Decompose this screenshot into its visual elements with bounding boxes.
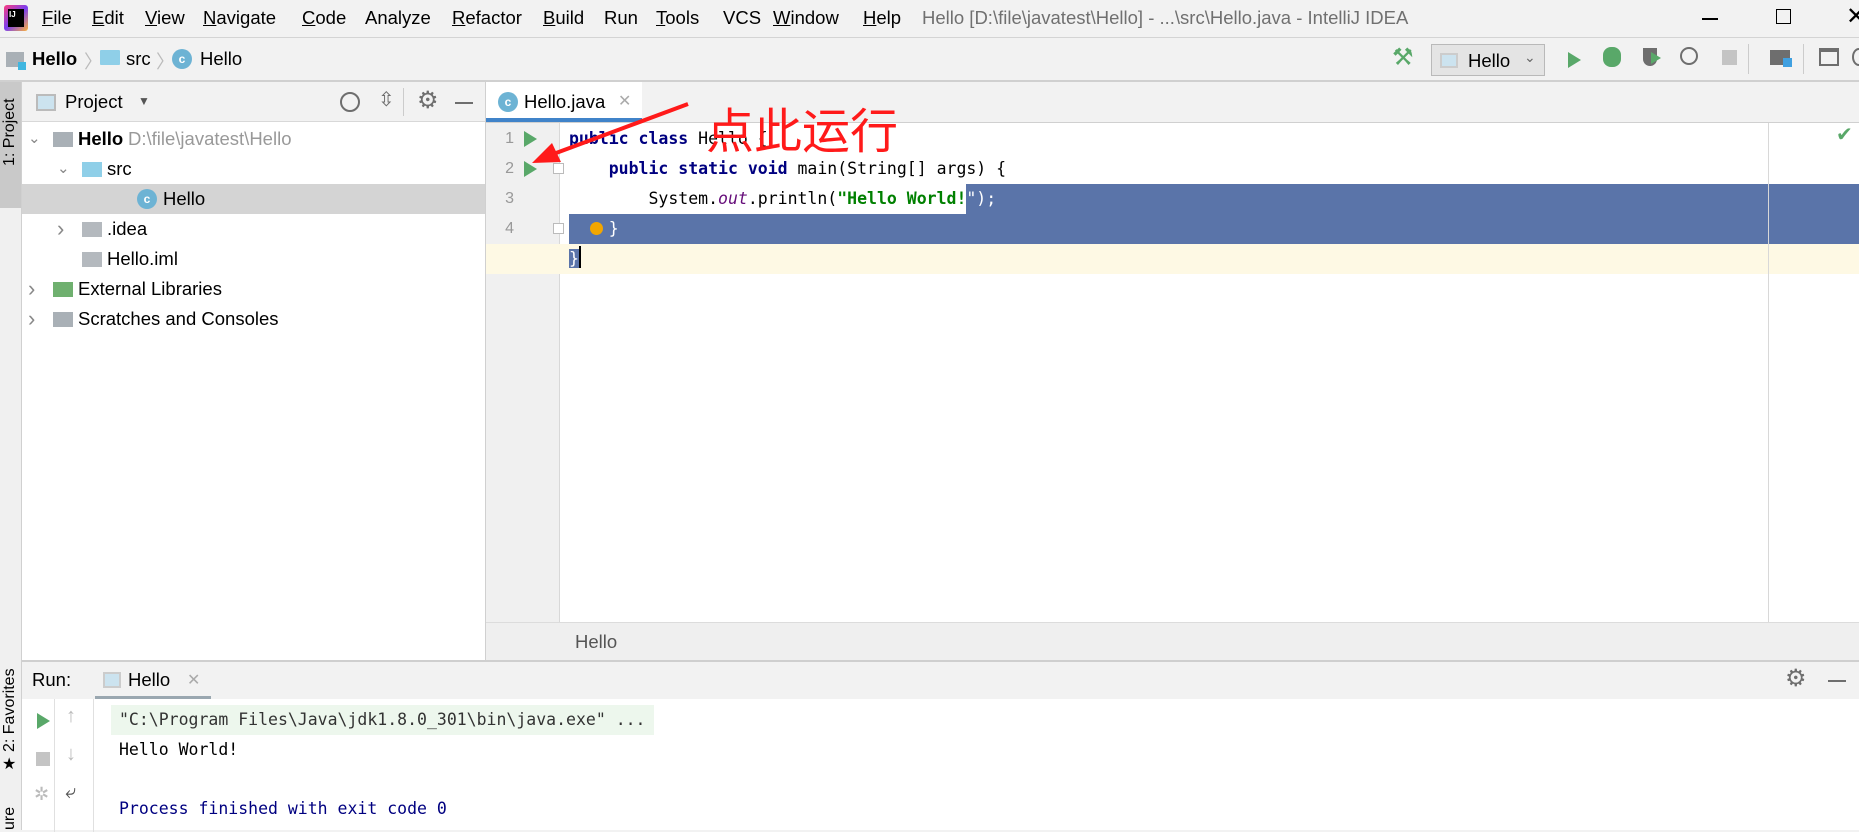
run-label: Run: <box>32 669 72 690</box>
run-tab[interactable]: Hello ✕ <box>95 662 211 699</box>
console-line-command: "C:\Program Files\Java\jdk1.8.0_301\bin\… <box>111 705 654 735</box>
run-tab-label: Hello <box>128 669 171 690</box>
stop-icon[interactable] <box>36 752 50 766</box>
console-icon <box>103 672 121 688</box>
hide-icon[interactable] <box>1828 680 1846 682</box>
run-panel-header: Run: Hello ✕ ⚙ <box>22 662 1859 699</box>
soft-wrap-icon[interactable]: ⤶ <box>65 781 76 804</box>
scroll-up-icon[interactable]: ↑ <box>66 705 76 728</box>
run-toolbar: ✲ ↑ ↓ ⤶ <box>22 699 94 832</box>
separator <box>54 699 55 832</box>
console-line-output: Hello World! <box>119 740 239 759</box>
restore-layout-icon[interactable]: ✲ <box>34 784 49 805</box>
console-line-exit: Process finished with exit code 0 <box>119 799 447 818</box>
rerun-icon[interactable] <box>37 713 50 729</box>
gear-icon[interactable]: ⚙ <box>1785 664 1807 693</box>
annotation-text: 点此运行 <box>706 106 899 159</box>
run-panel: Run: Hello ✕ ⚙ ✲ ↑ ↓ ⤶ "C:\Program Files… <box>22 660 1859 832</box>
scroll-down-icon[interactable]: ↓ <box>66 743 76 766</box>
close-tab-icon[interactable]: ✕ <box>187 670 200 690</box>
